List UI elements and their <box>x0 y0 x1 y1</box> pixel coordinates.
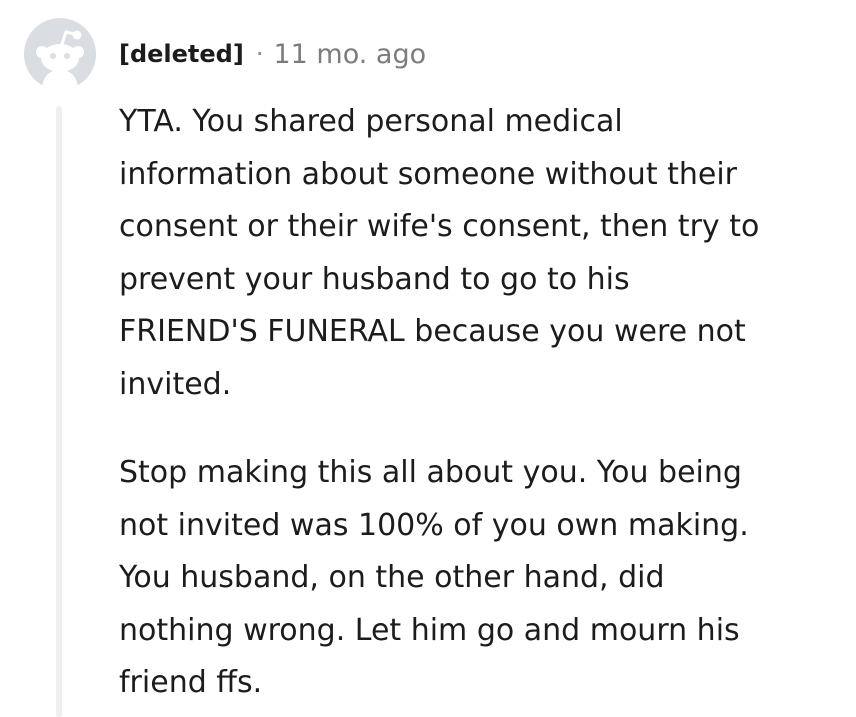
comment-body: YTA. You shared personal medical informa… <box>119 96 839 710</box>
reddit-snoo-icon <box>24 18 96 90</box>
comment-timestamp[interactable]: 11 mo. ago <box>273 39 426 70</box>
author-name: [deleted] <box>119 40 244 68</box>
comment-paragraph: YTA. You shared personal medical informa… <box>119 104 760 402</box>
comment: [deleted] · 11 mo. ago YTA. You shared p… <box>0 0 856 717</box>
avatar[interactable] <box>24 18 96 90</box>
thread-collapse-line[interactable] <box>56 106 62 717</box>
comment-meta: [deleted] · 11 mo. ago <box>119 36 426 72</box>
comment-paragraph: Stop making this all about you. You bein… <box>119 455 749 700</box>
meta-separator: · <box>255 40 264 68</box>
